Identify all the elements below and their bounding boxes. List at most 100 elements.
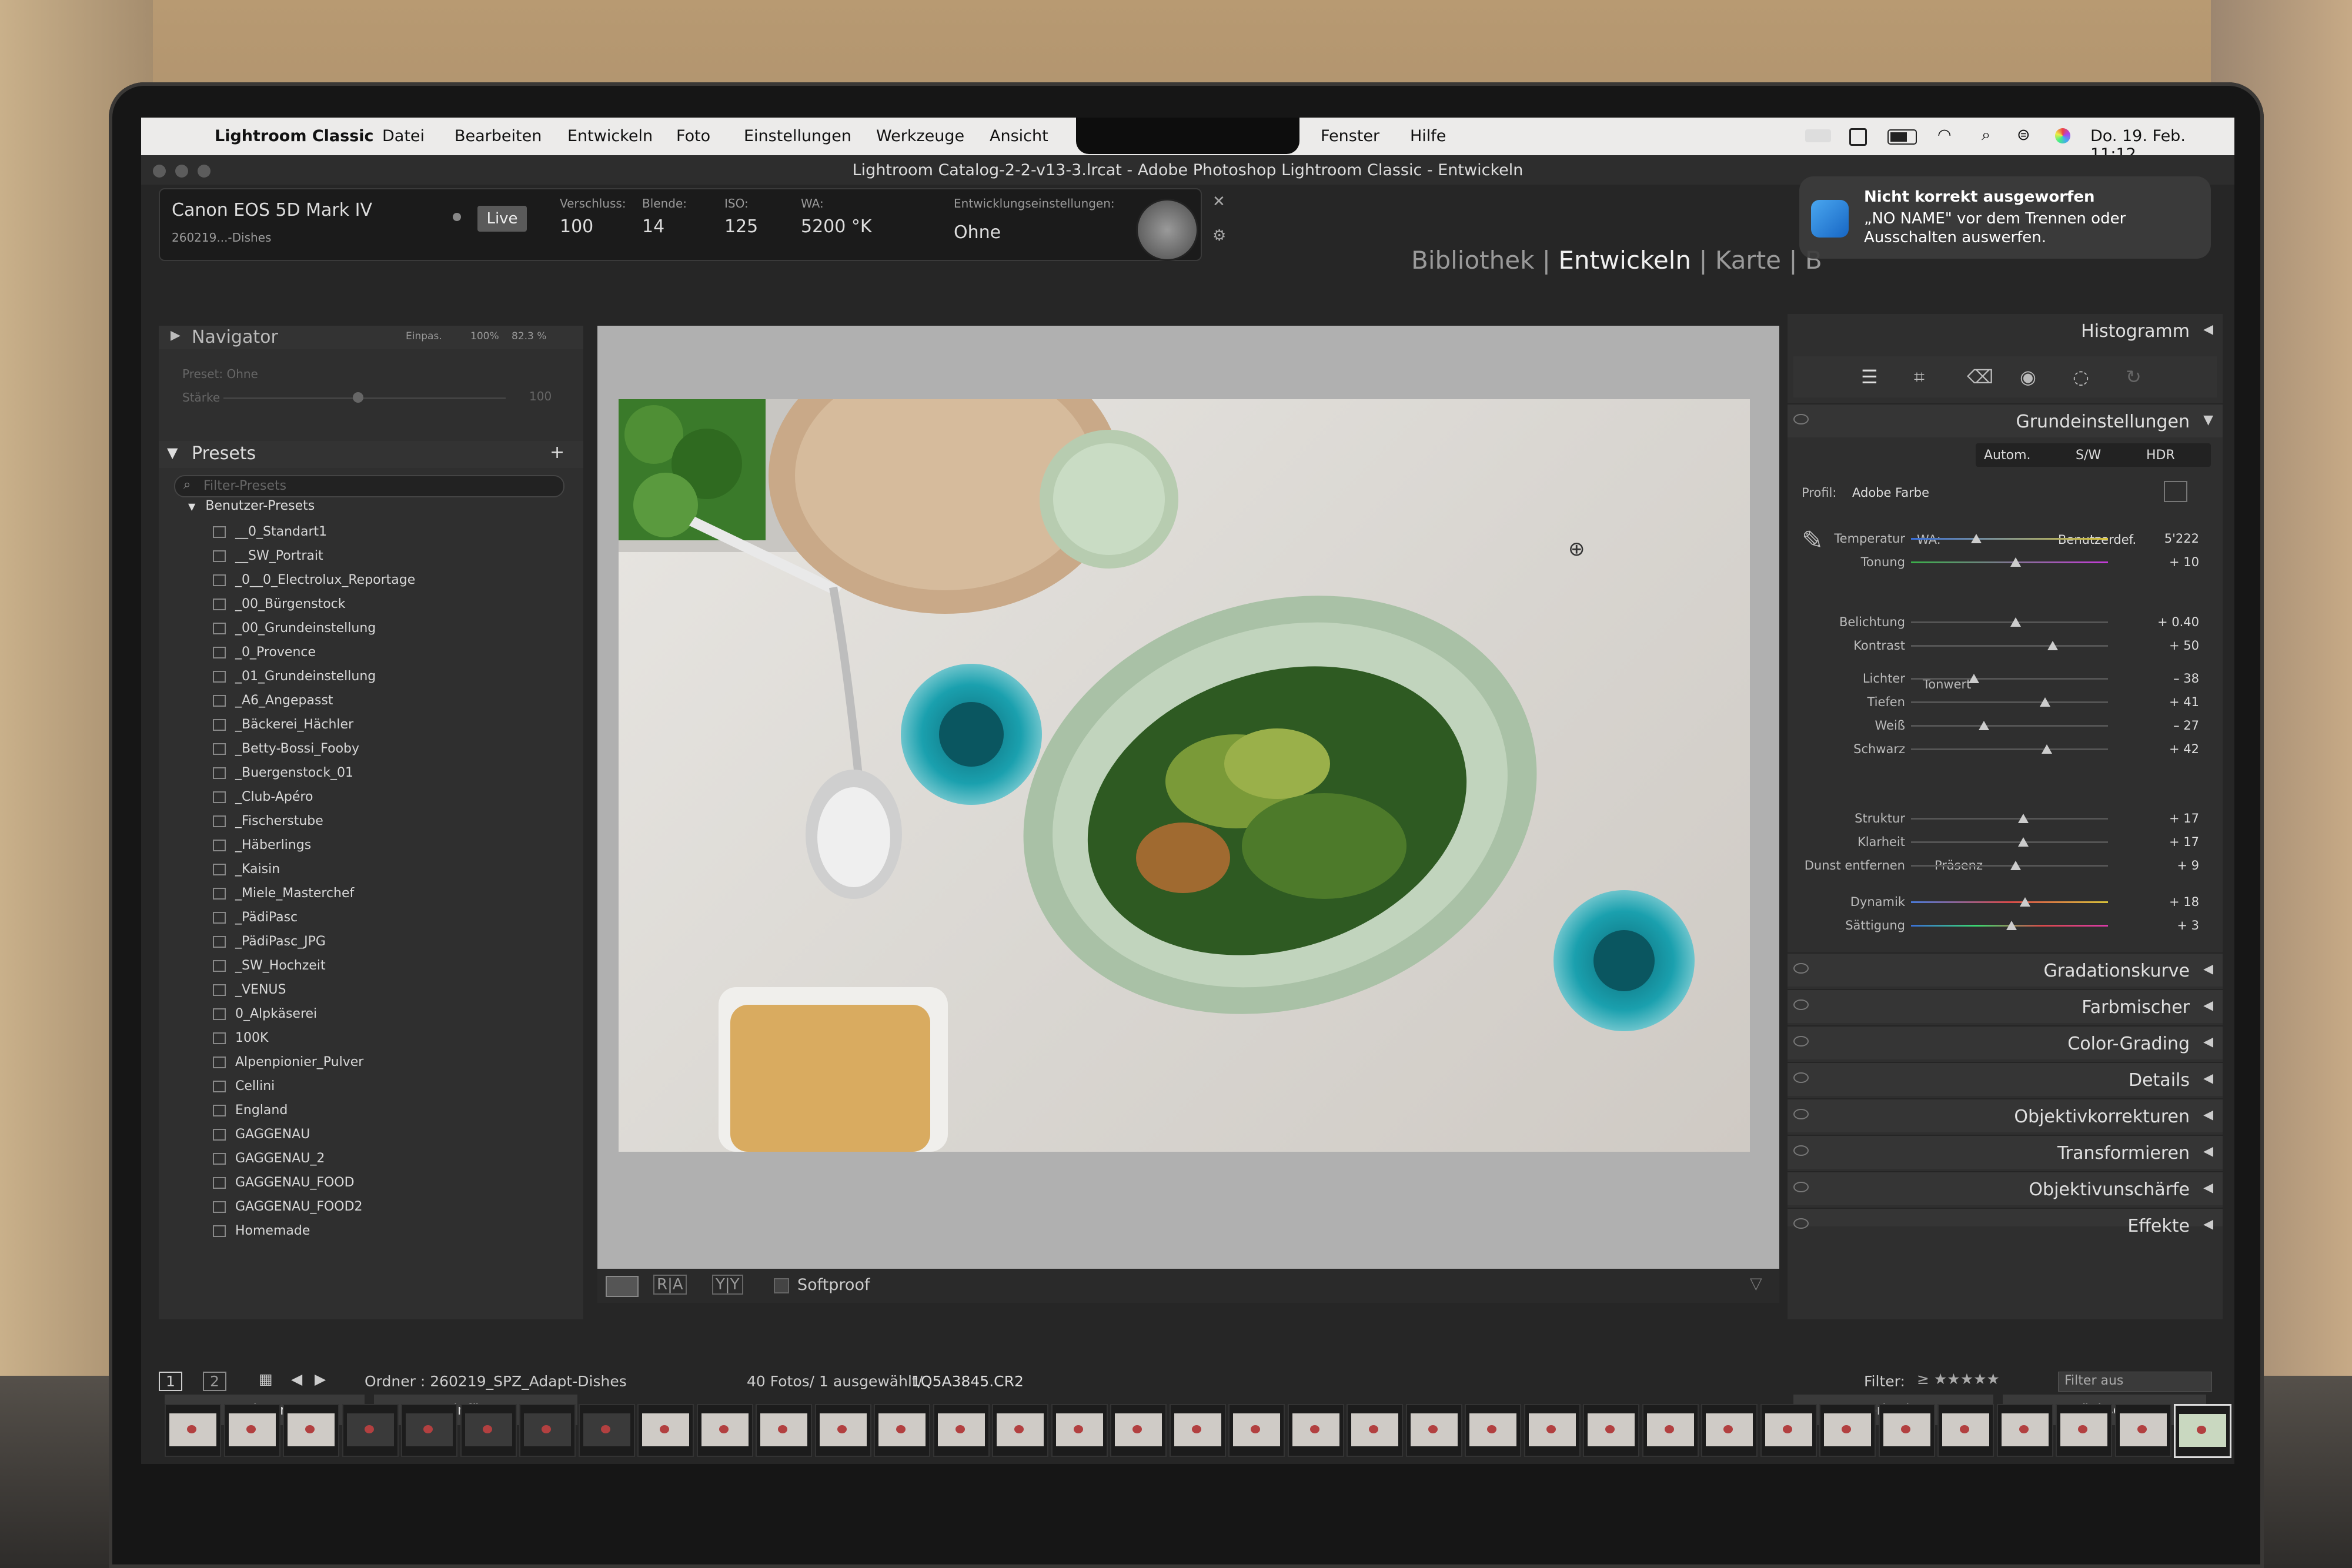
preset-item[interactable]: __SW_Portrait	[159, 545, 583, 569]
preset-item[interactable]: _0__0_Electrolux_Reportage	[159, 569, 583, 593]
slider-tiefen[interactable]: Tiefen + 41	[1788, 690, 2223, 714]
filmstrip-thumbnail[interactable]	[1347, 1404, 1403, 1457]
filter-presets-input[interactable]: ⌕ Filter-Presets	[174, 475, 564, 497]
slider-knob[interactable]	[2039, 697, 2050, 707]
slider-value[interactable]: + 41	[2169, 695, 2199, 709]
slider-value[interactable]: + 9	[2177, 858, 2199, 872]
filmstrip-thumbnail[interactable]	[2056, 1404, 2112, 1457]
module-develop[interactable]: Entwickeln	[1558, 246, 1691, 275]
preset-item[interactable]: _PädiPasc_JPG	[159, 931, 583, 955]
section-transformieren[interactable]: Transformieren ◀	[1788, 1135, 2223, 1169]
preset-item[interactable]: _01_Grundeinstellung	[159, 666, 583, 690]
yy-view-icon[interactable]: Y|Y	[712, 1275, 743, 1295]
nav-fit-option[interactable]: Einpas.	[406, 330, 442, 342]
slider-track[interactable]	[1911, 645, 2108, 647]
masking-icon[interactable]: ◌	[2073, 366, 2089, 388]
menu-help[interactable]: Hilfe	[1410, 127, 1446, 145]
siri-icon[interactable]	[2055, 128, 2070, 143]
reset-tool-icon[interactable]: ↻	[2126, 366, 2141, 388]
histogram-header[interactable]: Histogramm ◀	[1788, 314, 2223, 347]
crop-icon[interactable]: ⌗	[1914, 366, 1925, 389]
preset-item[interactable]: _Club-Apéro	[159, 786, 583, 810]
menu-view[interactable]: Ansicht	[990, 127, 1048, 145]
slider-track[interactable]	[1911, 865, 2108, 867]
slider-knob[interactable]	[1969, 674, 1980, 683]
slider-dynamik[interactable]: Dynamik + 18	[1788, 890, 2223, 914]
preset-item[interactable]: _Betty-Bossi_Fooby	[159, 738, 583, 762]
preset-item[interactable]: Alpenpionier_Pulver	[159, 1051, 583, 1075]
back-arrow-icon[interactable]: ◀	[291, 1370, 302, 1388]
preset-item[interactable]: _Kaisin	[159, 858, 583, 882]
menu-settings[interactable]: Einstellungen	[744, 127, 851, 145]
add-preset-icon[interactable]: +	[550, 442, 564, 463]
slider-track[interactable]	[1911, 725, 2108, 727]
loupe-view-icon[interactable]	[606, 1276, 639, 1297]
basic-header[interactable]: Grundeinstellungen ▼	[1788, 403, 2223, 437]
slider-knob[interactable]	[2017, 837, 2029, 847]
edit-sliders-icon[interactable]: ☰	[1861, 366, 1878, 388]
section-objektivkorrekturen[interactable]: Objektivkorrekturen ◀	[1788, 1098, 2223, 1132]
filmstrip-thumbnail[interactable]	[519, 1404, 576, 1457]
wb-value[interactable]: 5200 °K	[801, 216, 872, 237]
selected-file[interactable]: 1Q5A3845.CR2	[911, 1373, 1024, 1390]
preset-item[interactable]: GAGGENAU_FOOD2	[159, 1196, 583, 1220]
slider-value[interactable]: + 42	[2169, 742, 2199, 756]
preset-item[interactable]: _Buergenstock_01	[159, 762, 583, 786]
preset-item[interactable]: _00_Bürgenstock	[159, 593, 583, 617]
filmstrip-thumbnail[interactable]	[401, 1404, 457, 1457]
slider-lichter[interactable]: Lichter – 38	[1788, 667, 2223, 690]
panel-visibility-icon[interactable]	[1793, 1145, 1809, 1156]
preset-item[interactable]: England	[159, 1099, 583, 1124]
section-color-grading[interactable]: Color-Grading ◀	[1788, 1025, 2223, 1059]
panel-visibility-icon[interactable]	[1793, 414, 1809, 424]
filmstrip-thumbnail[interactable]	[1051, 1404, 1108, 1457]
panel-visibility-icon[interactable]	[1793, 1072, 1809, 1083]
preset-item[interactable]: GAGGENAU_FOOD	[159, 1172, 583, 1196]
slider-knob[interactable]	[2006, 921, 2017, 930]
slider-knob[interactable]	[2010, 861, 2021, 870]
section-objektivunschärfe[interactable]: Objektivunschärfe ◀	[1788, 1171, 2223, 1205]
panel-visibility-icon[interactable]	[1793, 1109, 1809, 1119]
filmstrip-thumbnail[interactable]	[814, 1404, 871, 1457]
toolbar-menu-icon[interactable]: ▽	[1750, 1275, 1762, 1293]
grid-view-icon[interactable]: ▦	[259, 1370, 273, 1388]
slider-value[interactable]: + 17	[2169, 811, 2199, 825]
filmstrip-thumbnail[interactable]	[2114, 1404, 2171, 1457]
menu-develop[interactable]: Entwickeln	[567, 127, 653, 145]
preset-item[interactable]: GAGGENAU_2	[159, 1148, 583, 1172]
aperture-value[interactable]: 14	[642, 216, 664, 237]
filmstrip-thumbnail[interactable]	[283, 1404, 339, 1457]
slider-value[interactable]: + 0.40	[2157, 615, 2199, 629]
nav-zoom-option[interactable]: 82.3 %	[512, 330, 546, 342]
slider-knob[interactable]	[2042, 744, 2053, 754]
panel-visibility-icon[interactable]	[1793, 1218, 1809, 1229]
filmstrip-thumbnail[interactable]	[637, 1404, 694, 1457]
bw-button[interactable]: S/W	[2076, 448, 2101, 463]
close-tether-icon[interactable]: ✕	[1212, 193, 1225, 210]
filmstrip-thumbnail[interactable]	[1642, 1404, 1699, 1457]
screen-2-button[interactable]: 2	[203, 1372, 226, 1391]
app-status-icon[interactable]	[1849, 128, 1867, 146]
slider-kontrast[interactable]: Kontrast + 50	[1788, 634, 2223, 657]
panel-visibility-icon[interactable]	[1793, 963, 1809, 974]
filmstrip-thumbnail[interactable]	[933, 1404, 990, 1457]
preset-item[interactable]: _PädiPasc	[159, 907, 583, 931]
slider-knob[interactable]	[2010, 617, 2021, 627]
slider-temperatur[interactable]: Temperatur 5'222	[1788, 527, 2223, 550]
camera-name[interactable]: Canon EOS 5D Mark IV	[172, 200, 372, 220]
filmstrip-thumbnail[interactable]	[756, 1404, 812, 1457]
forward-arrow-icon[interactable]: ▶	[315, 1370, 326, 1388]
preset-item[interactable]: _VENUS	[159, 979, 583, 1003]
slider-knob[interactable]	[1970, 534, 1982, 543]
preset-item[interactable]: _0_Provence	[159, 641, 583, 666]
panel-visibility-icon[interactable]	[1793, 1036, 1809, 1047]
slider-track[interactable]	[1911, 678, 2108, 680]
filmstrip-thumbnail[interactable]	[1996, 1404, 2053, 1457]
slider-track[interactable]	[1911, 901, 2108, 903]
filmstrip-thumbnail[interactable]	[1169, 1404, 1226, 1457]
shutter-release-button[interactable]	[1136, 199, 1198, 261]
profile-browser-icon[interactable]	[2164, 481, 2187, 502]
panel-visibility-icon[interactable]	[1793, 1182, 1809, 1192]
slider-value[interactable]: 5'222	[2164, 531, 2199, 546]
softproof-checkbox[interactable]	[774, 1278, 789, 1293]
